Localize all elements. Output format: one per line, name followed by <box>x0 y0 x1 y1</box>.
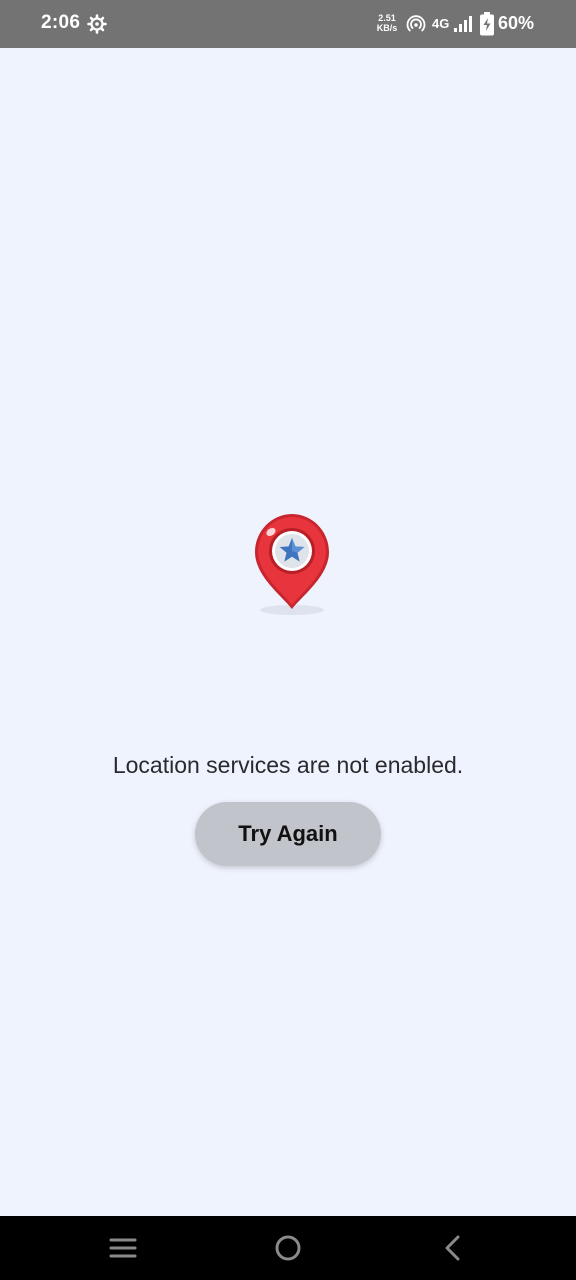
battery-charging-icon <box>480 12 494 36</box>
try-again-button[interactable]: Try Again <box>195 802 381 866</box>
menu-icon[interactable] <box>103 1228 143 1268</box>
network-speed-value: 2.51 <box>378 13 396 23</box>
signal-icon <box>454 16 472 32</box>
home-icon[interactable] <box>268 1228 308 1268</box>
network-speed-unit: KB/s <box>376 23 398 33</box>
back-icon[interactable] <box>433 1228 473 1268</box>
status-time: 2:06 <box>41 12 81 33</box>
gear-icon <box>87 14 107 34</box>
location-disabled-message: Location services are not enabled. <box>112 752 464 778</box>
battery-percent: 60% <box>498 13 535 33</box>
network-speed: 2.51 KB/s <box>374 13 400 33</box>
navigation-bar <box>0 1216 576 1280</box>
status-bar: 2:06 2.51 KB/s 4G 60% <box>0 0 576 48</box>
hotspot-icon <box>406 15 426 32</box>
network-type: 4G <box>432 16 450 31</box>
location-pin-star-icon <box>255 514 329 615</box>
